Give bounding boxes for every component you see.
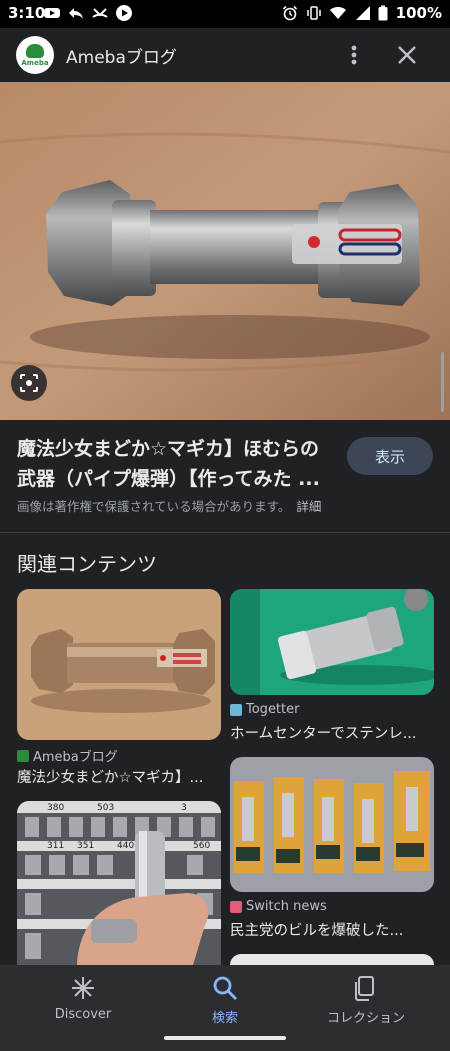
show-button[interactable]: 表示 [347, 437, 433, 475]
vibrate-icon [306, 6, 321, 20]
asterisk-icon [72, 977, 94, 999]
nav-label: Discover [54, 1007, 112, 1022]
price-tag: 503 [97, 803, 115, 813]
site-logo[interactable]: Ameba [16, 36, 54, 74]
nav-discover[interactable]: Discover [8, 973, 158, 1022]
related-card-image[interactable] [230, 757, 434, 892]
battery-percent: 100% [395, 4, 442, 22]
related-card-image[interactable]: 380 503 3 311 351 440 560 [17, 801, 221, 965]
card-title[interactable]: 民主党のビルを爆破した... [230, 919, 434, 940]
related-image-pipe-green [230, 589, 434, 695]
card-source: Switch news [230, 899, 327, 914]
price-tag: 3 [181, 803, 187, 813]
lens-icon [20, 374, 38, 392]
signal-icon [355, 6, 370, 20]
details-link[interactable]: 詳細 [296, 499, 321, 514]
price-tag: 560 [193, 841, 211, 851]
copyright-text: 画像は著作権で保護されている場合があります。 [17, 499, 291, 514]
price-tag: 440 [117, 841, 135, 851]
missed-call-icon [92, 8, 108, 18]
card-title[interactable]: ホームセンターでステンレ... [230, 722, 434, 743]
ameba-favicon-icon [17, 749, 29, 762]
play-circle-icon [116, 5, 132, 21]
switch-news-favicon-icon [230, 900, 242, 913]
related-card-image[interactable] [230, 589, 434, 695]
togetter-favicon-icon [230, 703, 242, 716]
card-source-label: Togetter [246, 702, 300, 717]
related-image-pipe-bombs [230, 757, 434, 892]
divider [0, 532, 450, 533]
logo-text: Ameba [21, 58, 49, 67]
status-time: 3:10 [8, 4, 46, 22]
image-viewer-header: Ameba Amebaブログ [0, 28, 450, 82]
pipe-photo [0, 82, 450, 420]
price-tag: 311 [47, 841, 65, 851]
card-source: Togetter [230, 702, 299, 717]
youtube-icon [44, 8, 60, 18]
collections-icon [355, 976, 374, 1001]
home-indicator[interactable] [164, 1036, 286, 1040]
price-tag: 351 [77, 841, 95, 851]
more-options-icon[interactable] [344, 41, 364, 69]
card-title[interactable]: 魔法少女まどか☆マギカ】... [17, 766, 221, 787]
lens-search-button[interactable] [11, 365, 47, 401]
wifi-icon [329, 7, 346, 19]
card-source-label: Amebaブログ [33, 750, 118, 765]
scrollbar-thumb[interactable] [441, 352, 444, 412]
card-source-label: Switch news [246, 899, 327, 914]
system-icons: 100% [282, 4, 442, 22]
notification-icons [44, 5, 132, 21]
ameba-frog-icon [26, 43, 44, 58]
related-card-image[interactable] [230, 954, 434, 965]
battery-icon [378, 5, 388, 21]
result-title-line2: 武器（パイプ爆弾）【作ってみた ... [17, 468, 320, 490]
status-bar: 3:10 100% [0, 0, 450, 28]
price-tag: 380 [47, 803, 65, 813]
result-title-line1: 魔法少女まどか☆マギカ】ほむらの [17, 438, 320, 460]
card-source: Amebaブログ [17, 746, 118, 765]
copyright-notice: 画像は著作権で保護されている場合があります。 詳細 [17, 496, 321, 515]
related-image-pipe-1 [17, 589, 221, 740]
alarm-icon [282, 5, 297, 21]
site-name[interactable]: Amebaブログ [66, 43, 177, 68]
related-card-image[interactable] [17, 589, 221, 740]
search-icon [213, 976, 238, 1001]
result-title[interactable]: 魔法少女まどか☆マギカ】ほむらの 武器（パイプ爆弾）【作ってみた ... [17, 434, 337, 494]
nav-collections[interactable]: コレクション [291, 973, 441, 1026]
close-icon[interactable] [394, 41, 420, 69]
nav-search[interactable]: 検索 [150, 973, 300, 1026]
hero-image[interactable] [0, 82, 450, 420]
nav-label: 検索 [211, 1011, 238, 1026]
nav-label: コレクション [326, 1011, 405, 1026]
related-image-hardware-store [17, 801, 221, 965]
related-heading: 関連コンテンツ [17, 552, 157, 576]
reply-icon [69, 8, 83, 19]
